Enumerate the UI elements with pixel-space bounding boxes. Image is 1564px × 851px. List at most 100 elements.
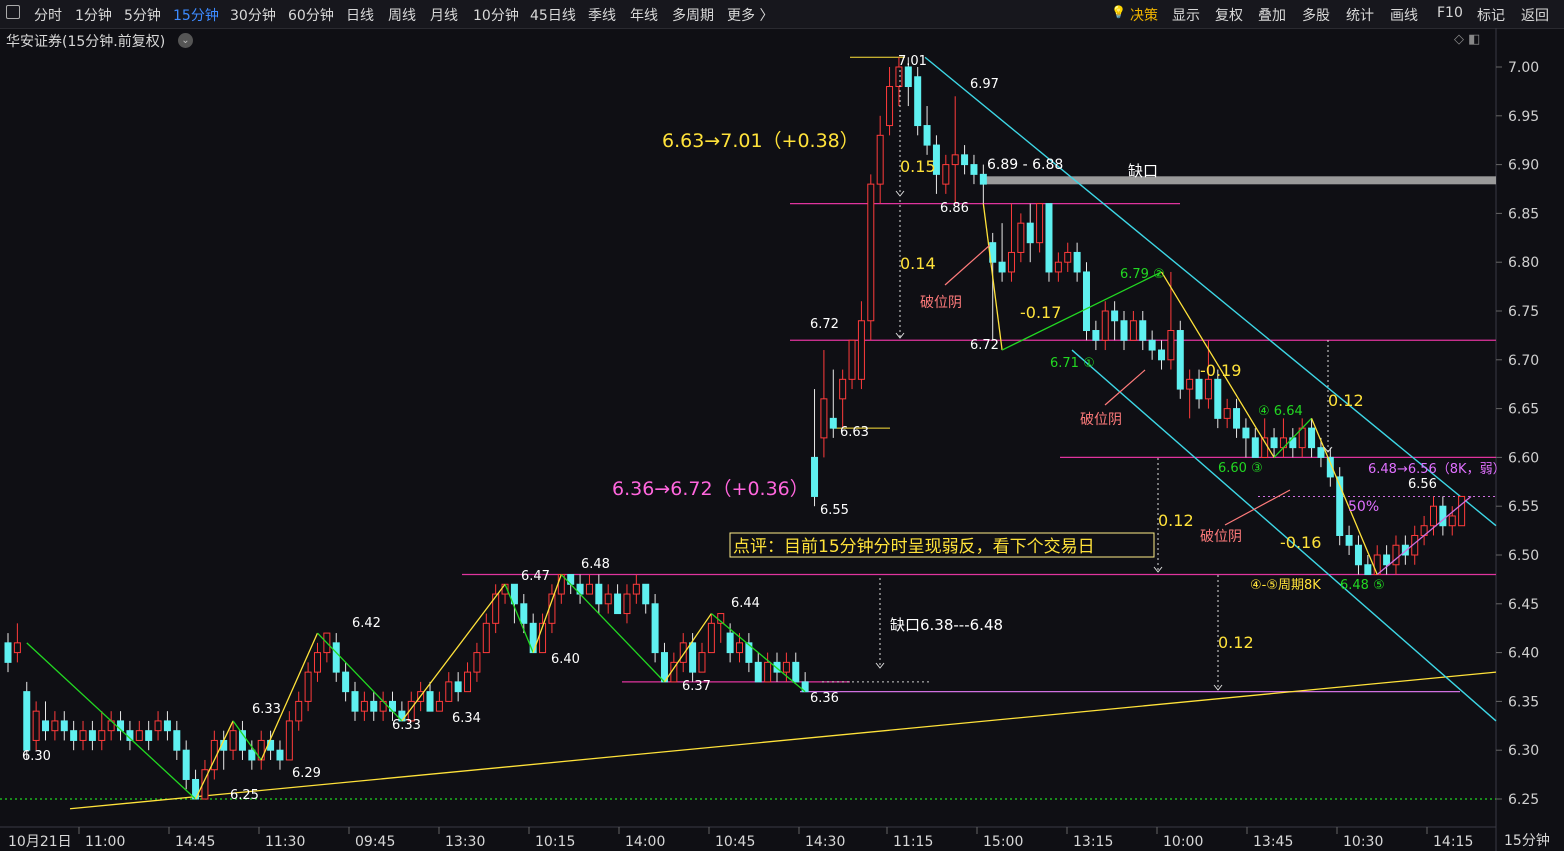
zigzag-leg	[532, 574, 562, 653]
toolbar-button-3[interactable]: 叠加	[1258, 5, 1286, 25]
candle-body	[342, 671, 350, 693]
x-tick-label: 09:45	[355, 834, 395, 850]
candle-body	[1458, 495, 1466, 527]
candle-body	[792, 661, 800, 683]
candle-body	[689, 642, 697, 673]
y-tick-label: 6.90	[1508, 158, 1539, 174]
toolbar-button-7[interactable]: F10	[1437, 5, 1463, 21]
candle-body	[857, 320, 865, 380]
x-tick-label: 10:45	[715, 834, 755, 850]
candle-body	[782, 661, 790, 673]
toolbar-button-6[interactable]: 画线	[1390, 5, 1418, 25]
candle-body	[276, 749, 284, 761]
measure-label: 0.15	[900, 157, 936, 176]
candle-body	[604, 593, 612, 605]
y-tick-label: 6.30	[1508, 743, 1539, 759]
candle-body	[1082, 271, 1090, 332]
price-label: 6.72	[970, 338, 999, 353]
period-tab-6[interactable]: 日线	[346, 5, 374, 25]
candle-body	[229, 730, 237, 751]
period-tab-5[interactable]: 60分钟	[288, 5, 334, 25]
toolbar-button-8[interactable]: 标记	[1477, 5, 1505, 25]
candle-body	[23, 691, 31, 751]
target-label: 6.48→6.56（8K，弱）	[1368, 462, 1506, 477]
price-label: 6.29	[292, 766, 321, 781]
candle-body	[32, 710, 40, 741]
candle-body	[1242, 427, 1250, 439]
y-tick-label: 6.50	[1508, 548, 1539, 564]
toolbar-button-9[interactable]: 返回	[1521, 5, 1549, 25]
price-label: 6.97	[970, 77, 999, 92]
candle-body	[145, 730, 153, 741]
candle-body	[623, 593, 631, 615]
candle-body	[332, 642, 340, 673]
channel-upper	[924, 56, 1497, 527]
candle-body	[1345, 534, 1353, 546]
period-tab-7[interactable]: 周线	[388, 5, 416, 25]
candle-body	[454, 681, 462, 693]
period-tab-11[interactable]: 季线	[588, 5, 616, 25]
candle-body	[313, 652, 321, 673]
candle-body	[614, 593, 622, 615]
candle-body	[1101, 310, 1109, 341]
candle-body	[79, 730, 87, 741]
candle-body	[135, 730, 143, 741]
wave-label: 6.79 ②	[1120, 267, 1165, 282]
toolbar-button-1[interactable]: 显示	[1172, 5, 1200, 25]
period-tab-14[interactable]: 更多 〉	[727, 5, 773, 25]
price-label: 6.25	[230, 788, 259, 803]
candle-body	[1139, 320, 1147, 341]
x-tick-label: 10:15	[535, 834, 575, 850]
candle-body	[1129, 320, 1137, 341]
candle-body	[1148, 339, 1156, 351]
y-tick-label: 6.80	[1508, 255, 1539, 271]
x-tick-label: 10:30	[1343, 834, 1383, 850]
candle-body	[1054, 261, 1062, 273]
zigzag-leg	[504, 584, 534, 653]
period-tab-2[interactable]: 5分钟	[124, 5, 161, 25]
candle-body	[1045, 203, 1053, 273]
candle-body	[1270, 437, 1278, 449]
candle-body	[698, 652, 706, 673]
candle-body	[1373, 554, 1381, 576]
period-tab-0[interactable]: 分时	[34, 5, 62, 25]
candle-body	[1429, 505, 1437, 527]
candle-body	[914, 76, 922, 127]
period-tab-8[interactable]: 月线	[430, 5, 458, 25]
x-tick-label: 11:30	[265, 834, 305, 850]
wave-label: ④ 6.64	[1258, 404, 1303, 419]
candle-body	[1017, 222, 1025, 253]
period-tab-12[interactable]: 年线	[630, 5, 658, 25]
price-label: 6.40	[551, 652, 580, 667]
period-tab-4[interactable]: 30分钟	[230, 5, 276, 25]
candle-body	[1092, 330, 1100, 341]
x-tick-label: 13:15	[1073, 834, 1113, 850]
toolbar-button-5[interactable]: 统计	[1346, 5, 1374, 25]
checkbox-icon[interactable]	[6, 5, 20, 19]
candle-body	[267, 739, 275, 751]
candle-body	[642, 583, 650, 605]
candle-body	[754, 661, 762, 683]
fib-label: 50%	[1348, 499, 1379, 515]
x-tick-label: 14:00	[625, 834, 665, 850]
period-tab-13[interactable]: 多周期	[672, 5, 714, 25]
x-tick-label: 11:15	[893, 834, 933, 850]
candle-body	[1233, 408, 1241, 429]
toolbar-button-0[interactable]: 决策	[1130, 5, 1158, 25]
candle-body	[1392, 544, 1400, 566]
price-label: 7.01	[898, 54, 927, 69]
period-tab-10[interactable]: 45日线	[530, 5, 576, 25]
candle-body	[942, 164, 950, 185]
y-tick-label: 7.00	[1508, 60, 1539, 76]
gap-range: 6.89 - 6.88	[987, 157, 1063, 173]
comment-text: 点评：目前15分钟分时呈现弱反，看下个交易日	[733, 537, 1095, 557]
zigzag-leg	[232, 720, 262, 761]
period-tab-3[interactable]: 15分钟	[173, 5, 219, 25]
period-tab-9[interactable]: 10分钟	[473, 5, 519, 25]
price-label: 6.44	[731, 596, 760, 611]
toolbar-button-4[interactable]: 多股	[1302, 5, 1330, 25]
period-tab-1[interactable]: 1分钟	[75, 5, 112, 25]
toolbar-button-2[interactable]: 复权	[1215, 5, 1243, 25]
gain-annotation-2: 6.36→6.72（+0.36）	[612, 478, 809, 500]
measure-label: 0.12	[1328, 391, 1364, 410]
